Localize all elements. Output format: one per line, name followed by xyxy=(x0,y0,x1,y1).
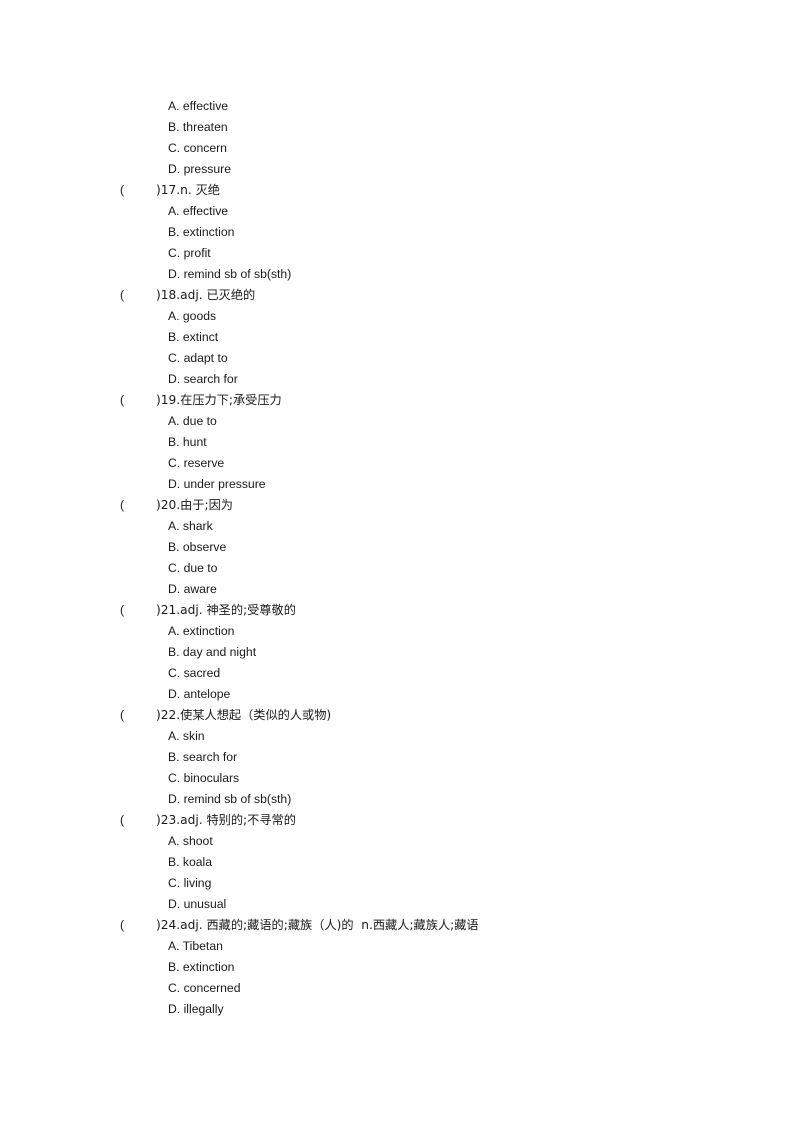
option-item[interactable]: D. unusual xyxy=(0,894,794,915)
answer-blank-paren-open[interactable]: ( xyxy=(120,600,156,621)
question-stem: ()17.n. 灭绝 xyxy=(0,180,794,201)
option-item[interactable]: A. Tibetan xyxy=(0,936,794,957)
option-item[interactable]: A. shark xyxy=(0,516,794,537)
question-stem-text: )18.adj. 已灭绝的 xyxy=(156,288,256,302)
question-22: ()22.使某人想起（类似的人或物) A. skin B. search for… xyxy=(0,705,794,810)
option-item[interactable]: B. extinct xyxy=(0,327,794,348)
question-stem-text: )24.adj. 西藏的;藏语的;藏族（人)的 n.西藏人;藏族人;藏语 xyxy=(156,918,479,932)
option-item[interactable]: C. concern xyxy=(0,138,794,159)
question-18: ()18.adj. 已灭绝的 A. goods B. extinct C. ad… xyxy=(0,285,794,390)
question-20: ()20.由于;因为 A. shark B. observe C. due to… xyxy=(0,495,794,600)
question-stem: ()23.adj. 特别的;不寻常的 xyxy=(0,810,794,831)
option-item[interactable]: B. extinction xyxy=(0,957,794,978)
option-item[interactable]: A. effective xyxy=(0,201,794,222)
option-item[interactable]: B. threaten xyxy=(0,117,794,138)
option-item[interactable]: C. living xyxy=(0,873,794,894)
question-stem: ()21.adj. 神圣的;受尊敬的 xyxy=(0,600,794,621)
question-24: ()24.adj. 西藏的;藏语的;藏族（人)的 n.西藏人;藏族人;藏语 A.… xyxy=(0,915,794,1020)
question-stem-text: )17.n. 灭绝 xyxy=(156,183,220,197)
answer-blank-paren-open[interactable]: ( xyxy=(120,390,156,411)
option-item[interactable]: A. due to xyxy=(0,411,794,432)
option-item[interactable]: D. pressure xyxy=(0,159,794,180)
answer-blank-paren-open[interactable]: ( xyxy=(120,285,156,306)
continued-options-group: A. effective B. threaten C. concern D. p… xyxy=(0,96,794,180)
question-stem: ()20.由于;因为 xyxy=(0,495,794,516)
option-item[interactable]: C. sacred xyxy=(0,663,794,684)
option-item[interactable]: B. hunt xyxy=(0,432,794,453)
question-stem: ()18.adj. 已灭绝的 xyxy=(0,285,794,306)
answer-blank-paren-open[interactable]: ( xyxy=(120,810,156,831)
answer-blank-paren-open[interactable]: ( xyxy=(120,915,156,936)
option-item[interactable]: A. shoot xyxy=(0,831,794,852)
question-list: ()17.n. 灭绝 A. effective B. extinction C.… xyxy=(0,180,794,1020)
option-item[interactable]: B. day and night xyxy=(0,642,794,663)
option-item[interactable]: D. aware xyxy=(0,579,794,600)
question-19: ()19.在压力下;承受压力 A. due to B. hunt C. rese… xyxy=(0,390,794,495)
answer-blank-paren-open[interactable]: ( xyxy=(120,180,156,201)
question-stem-text: )19.在压力下;承受压力 xyxy=(156,393,282,407)
option-item[interactable]: D. under pressure xyxy=(0,474,794,495)
option-item[interactable]: A. goods xyxy=(0,306,794,327)
option-item[interactable]: B. koala xyxy=(0,852,794,873)
answer-blank-paren-open[interactable]: ( xyxy=(120,495,156,516)
option-item[interactable]: D. antelope xyxy=(0,684,794,705)
question-stem-text: )20.由于;因为 xyxy=(156,498,233,512)
question-21: ()21.adj. 神圣的;受尊敬的 A. extinction B. day … xyxy=(0,600,794,705)
option-item[interactable]: C. due to xyxy=(0,558,794,579)
question-stem: ()24.adj. 西藏的;藏语的;藏族（人)的 n.西藏人;藏族人;藏语 xyxy=(0,915,794,936)
option-item[interactable]: C. binoculars xyxy=(0,768,794,789)
option-item[interactable]: D. remind sb of sb(sth) xyxy=(0,264,794,285)
option-item[interactable]: B. search for xyxy=(0,747,794,768)
question-stem: ()22.使某人想起（类似的人或物) xyxy=(0,705,794,726)
question-17: ()17.n. 灭绝 A. effective B. extinction C.… xyxy=(0,180,794,285)
worksheet-page: A. effective B. threaten C. concern D. p… xyxy=(0,0,794,1123)
question-stem-text: )22.使某人想起（类似的人或物) xyxy=(156,708,332,722)
option-item[interactable]: A. skin xyxy=(0,726,794,747)
answer-blank-paren-open[interactable]: ( xyxy=(120,705,156,726)
option-item[interactable]: A. effective xyxy=(0,96,794,117)
question-stem-text: )21.adj. 神圣的;受尊敬的 xyxy=(156,603,296,617)
option-item[interactable]: C. adapt to xyxy=(0,348,794,369)
question-stem: ()19.在压力下;承受压力 xyxy=(0,390,794,411)
option-item[interactable]: C. reserve xyxy=(0,453,794,474)
option-item[interactable]: D. search for xyxy=(0,369,794,390)
option-item[interactable]: A. extinction xyxy=(0,621,794,642)
option-item[interactable]: D. remind sb of sb(sth) xyxy=(0,789,794,810)
option-item[interactable]: B. observe xyxy=(0,537,794,558)
option-item[interactable]: B. extinction xyxy=(0,222,794,243)
question-23: ()23.adj. 特别的;不寻常的 A. shoot B. koala C. … xyxy=(0,810,794,915)
option-item[interactable]: C. profit xyxy=(0,243,794,264)
option-item[interactable]: D. illegally xyxy=(0,999,794,1020)
question-stem-text: )23.adj. 特别的;不寻常的 xyxy=(156,813,296,827)
option-item[interactable]: C. concerned xyxy=(0,978,794,999)
